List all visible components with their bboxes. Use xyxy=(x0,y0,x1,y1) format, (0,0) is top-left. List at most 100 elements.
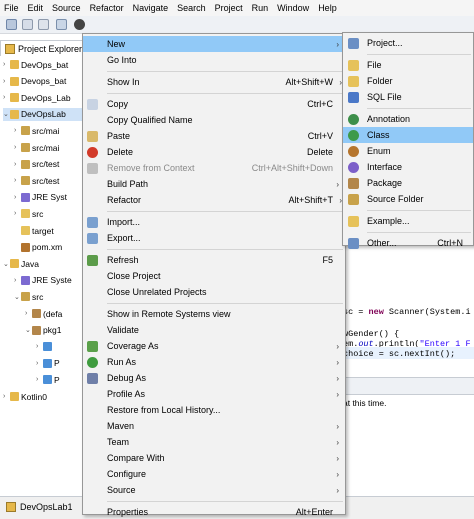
tree-item[interactable]: › DevOps_bat xyxy=(3,58,84,71)
menu-help[interactable]: Help xyxy=(318,3,337,13)
tree-item[interactable]: › (defa xyxy=(25,307,84,320)
menu-project[interactable]: Project xyxy=(215,3,243,13)
expand-right-icon[interactable]: › xyxy=(14,161,21,168)
tree-item[interactable]: › xyxy=(36,340,84,353)
tree-item[interactable]: › src/mai xyxy=(14,124,84,137)
expand-right-icon[interactable]: › xyxy=(14,194,21,201)
tree-item[interactable]: › Kotlin0 xyxy=(3,390,84,403)
expand-right-icon[interactable]: › xyxy=(3,78,10,85)
tree-item[interactable]: › JRE Syste xyxy=(14,274,84,287)
context-item-new[interactable]: New › xyxy=(83,36,345,52)
context-item-close-unrelated-projects[interactable]: Close Unrelated Projects xyxy=(83,284,345,300)
code-line-2[interactable]: wGender() { xyxy=(343,329,399,339)
new-item-example[interactable]: Example... xyxy=(343,213,473,229)
expand-right-icon[interactable]: › xyxy=(36,343,43,350)
context-item-remove-from-context[interactable]: Remove from Context Ctrl+Alt+Shift+Down xyxy=(83,160,345,176)
menu-refactor[interactable]: Refactor xyxy=(90,3,124,13)
expand-down-icon[interactable]: ⌄ xyxy=(3,110,10,118)
context-item-copy[interactable]: Copy Ctrl+C xyxy=(83,96,345,112)
tree-item[interactable]: › src/test xyxy=(14,174,84,187)
menu-edit[interactable]: Edit xyxy=(28,3,44,13)
save-all-icon[interactable] xyxy=(38,19,49,30)
context-item-delete[interactable]: Delete Delete xyxy=(83,144,345,160)
context-item-show-in-remote-systems-view[interactable]: Show in Remote Systems view xyxy=(83,306,345,322)
context-item-restore-from-local-history[interactable]: Restore from Local History... xyxy=(83,402,345,418)
context-item-show-in[interactable]: Show In Alt+Shift+W › xyxy=(83,74,345,90)
expand-right-icon[interactable]: › xyxy=(36,376,43,383)
menu-window[interactable]: Window xyxy=(277,3,309,13)
new-item-package[interactable]: Package xyxy=(343,175,473,191)
context-item-export[interactable]: Export... xyxy=(83,230,345,246)
context-item-validate[interactable]: Validate xyxy=(83,322,345,338)
new-item-file[interactable]: File xyxy=(343,57,473,73)
menu-navigate[interactable]: Navigate xyxy=(133,3,169,13)
new-item-class[interactable]: Class xyxy=(343,127,473,143)
tree-item[interactable]: ⌄ DevOpsLab xyxy=(3,107,84,121)
new-item-interface[interactable]: Interface xyxy=(343,159,473,175)
context-item-configure[interactable]: Configure › xyxy=(83,466,345,482)
tree-item[interactable]: › JRE Syst xyxy=(14,191,84,204)
expand-right-icon[interactable]: › xyxy=(14,277,21,284)
save-icon[interactable] xyxy=(22,19,33,30)
debug-toolbar-icon[interactable] xyxy=(74,19,85,30)
context-item-paste[interactable]: Paste Ctrl+V xyxy=(83,128,345,144)
new-wizard-icon[interactable] xyxy=(6,19,17,30)
expand-down-icon[interactable]: ⌄ xyxy=(25,326,32,334)
tree-item[interactable]: › Devops_bat xyxy=(3,75,84,88)
context-item-team[interactable]: Team › xyxy=(83,434,345,450)
expand-right-icon[interactable]: › xyxy=(3,393,10,400)
context-item-build-path[interactable]: Build Path › xyxy=(83,176,345,192)
tree-item[interactable]: › P xyxy=(36,373,84,386)
context-item-maven[interactable]: Maven › xyxy=(83,418,345,434)
menu-search[interactable]: Search xyxy=(177,3,206,13)
new-item-folder[interactable]: Folder xyxy=(343,73,473,89)
expand-right-icon[interactable]: › xyxy=(14,177,21,184)
expand-right-icon[interactable]: › xyxy=(3,61,10,68)
code-line-4[interactable]: choice = sc.nextInt(); xyxy=(343,349,455,359)
new-item-annotation[interactable]: Annotation xyxy=(343,111,473,127)
expand-right-icon[interactable]: › xyxy=(3,94,10,101)
tree-item[interactable]: › src xyxy=(14,207,84,220)
project-explorer-tab[interactable]: Project Explorer xyxy=(0,40,84,56)
context-item-source[interactable]: Source › xyxy=(83,482,345,498)
tree-item[interactable]: ⌄ pkg1 xyxy=(25,324,84,337)
expand-down-icon[interactable]: ⌄ xyxy=(3,260,10,268)
expand-right-icon[interactable]: › xyxy=(14,210,21,217)
context-item-refresh[interactable]: Refresh F5 xyxy=(83,252,345,268)
new-item-source-folder[interactable]: Source Folder xyxy=(343,191,473,207)
context-item-properties[interactable]: Properties Alt+Enter xyxy=(83,504,345,519)
context-item-refactor[interactable]: Refactor Alt+Shift+T › xyxy=(83,192,345,208)
expand-right-icon[interactable]: › xyxy=(14,127,21,134)
tree-item[interactable]: › src/mai xyxy=(14,141,84,154)
menu-file[interactable]: File xyxy=(4,3,19,13)
context-item-compare-with[interactable]: Compare With › xyxy=(83,450,345,466)
context-item-profile-as[interactable]: Profile As › xyxy=(83,386,345,402)
context-item-run-as[interactable]: Run As › xyxy=(83,354,345,370)
tree-item-label: (defa xyxy=(43,308,63,319)
tree-item[interactable]: › DevOps_Lab xyxy=(3,91,84,104)
tree-item[interactable]: ⌄ Java xyxy=(3,257,84,270)
menu-source[interactable]: Source xyxy=(52,3,81,13)
new-item-project[interactable]: Project... xyxy=(343,35,473,51)
expand-right-icon[interactable]: › xyxy=(36,360,43,367)
context-item-debug-as[interactable]: Debug As › xyxy=(83,370,345,386)
print-icon[interactable] xyxy=(56,19,67,30)
expand-right-icon[interactable]: › xyxy=(14,144,21,151)
tree-item[interactable]: target xyxy=(14,224,84,237)
context-item-close-project[interactable]: Close Project xyxy=(83,268,345,284)
context-item-copy-qualified-name[interactable]: Copy Qualified Name xyxy=(83,112,345,128)
tree-item[interactable]: › P xyxy=(36,357,84,370)
menu-run[interactable]: Run xyxy=(252,3,269,13)
context-item-import[interactable]: Import... xyxy=(83,214,345,230)
tree-item[interactable]: › src/test xyxy=(14,158,84,171)
context-item-coverage-as[interactable]: Coverage As › xyxy=(83,338,345,354)
expand-down-icon[interactable]: ⌄ xyxy=(14,293,21,301)
code-line-1[interactable]: sc = new Scanner(System.i xyxy=(343,307,471,317)
new-item-other[interactable]: Other... Ctrl+N xyxy=(343,235,473,251)
tree-item[interactable]: ⌄ src xyxy=(14,290,84,303)
expand-right-icon[interactable]: › xyxy=(25,310,32,317)
tree-item[interactable]: pom.xm xyxy=(14,241,84,254)
new-item-sql-file[interactable]: SQL File xyxy=(343,89,473,105)
context-item-go-into[interactable]: Go Into xyxy=(83,52,345,68)
new-item-enum[interactable]: Enum xyxy=(343,143,473,159)
